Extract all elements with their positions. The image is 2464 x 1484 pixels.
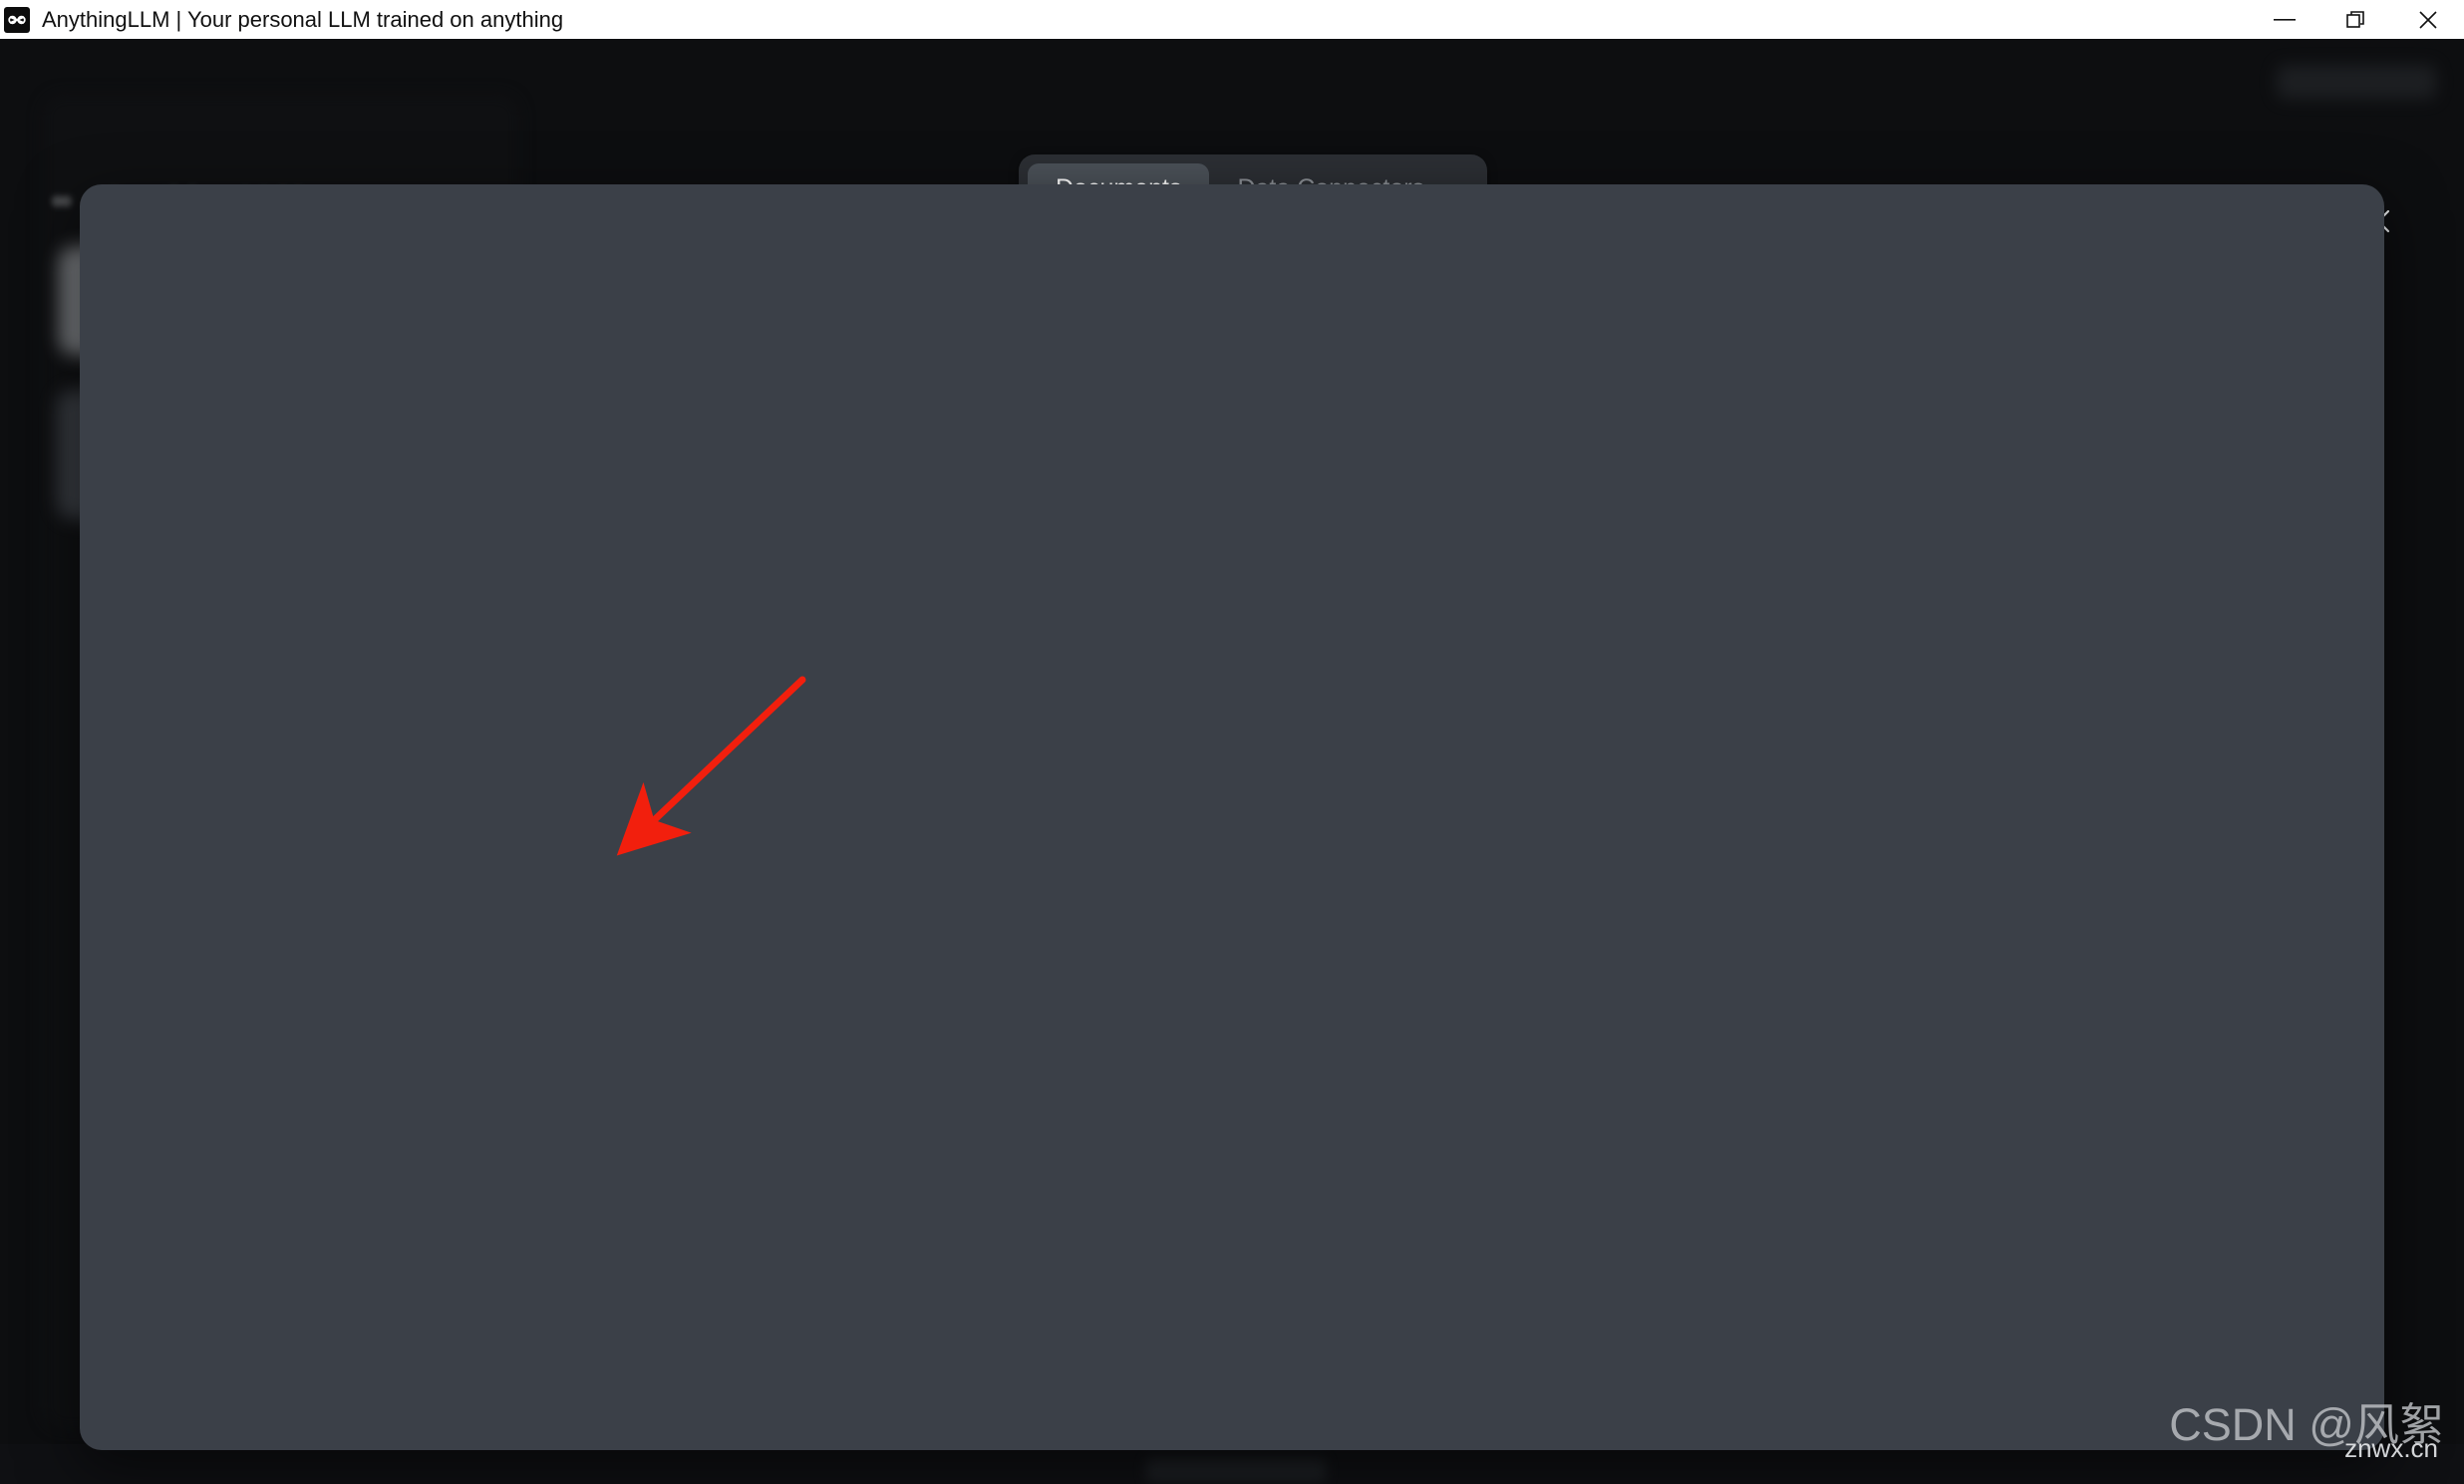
app-logo-icon (4, 6, 30, 33)
minimize-button[interactable] (2249, 0, 2320, 39)
watermark-sub-text: znwx.cn (2344, 1433, 2438, 1463)
background-top-right-chip (2277, 65, 2436, 99)
os-title-bar: AnythingLLM | Your personal LLM trained … (0, 0, 2464, 39)
csdn-watermark: CSDN @风絮 znwx.cn (2169, 1388, 2444, 1464)
close-button[interactable] (2392, 0, 2464, 39)
window-title: AnythingLLM | Your personal LLM trained … (42, 6, 564, 32)
restore-button[interactable] (2320, 0, 2392, 39)
background-bottom-chip (1146, 1458, 1326, 1482)
documents-modal (80, 184, 2384, 1450)
background-bottom-bar (0, 1444, 2464, 1484)
window-controls (2249, 0, 2464, 39)
